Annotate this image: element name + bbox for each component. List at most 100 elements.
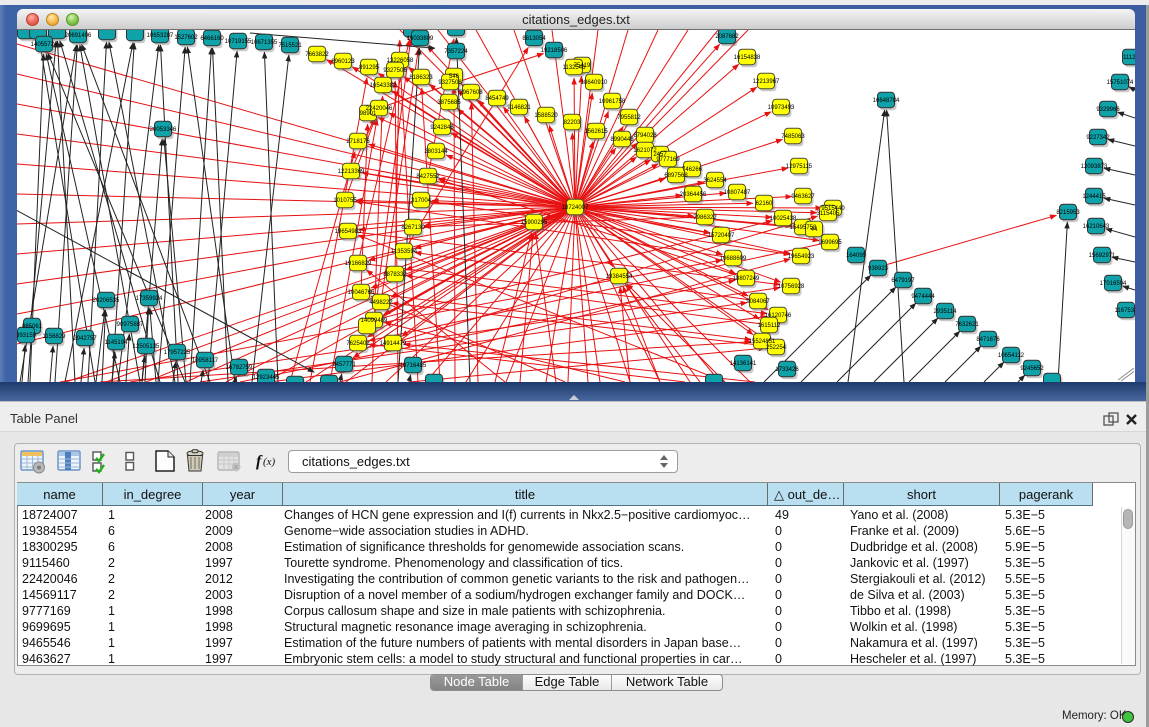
svg-text:16154838: 16154838 [734, 55, 761, 61]
svg-text:10807487: 10807487 [724, 190, 751, 196]
svg-text:18807249: 18807249 [733, 276, 760, 282]
svg-text:17016504: 17016504 [1100, 281, 1127, 287]
svg-text:7955812: 7955812 [617, 115, 641, 121]
svg-text:14914479: 14914479 [380, 341, 407, 347]
svg-text:18640910: 18640910 [581, 80, 608, 86]
svg-text:16120746: 16120746 [765, 313, 792, 319]
svg-text:2803144: 2803144 [424, 149, 448, 155]
svg-text:252254: 252254 [766, 345, 787, 351]
svg-text:1145194: 1145194 [105, 340, 129, 346]
svg-text:2942757: 2942757 [73, 336, 97, 342]
svg-text:9777169: 9777169 [656, 157, 680, 163]
svg-text:12213369: 12213369 [338, 169, 365, 175]
svg-text:7663822: 7663822 [305, 52, 329, 58]
svg-text:1156829: 1156829 [43, 334, 67, 340]
svg-text:13226058: 13226058 [387, 58, 414, 64]
svg-text:11123: 11123 [1123, 55, 1135, 61]
svg-text:17957225: 17957225 [164, 350, 191, 356]
svg-text:14136141: 14136141 [730, 361, 757, 367]
svg-text:16648784: 16648784 [873, 98, 900, 104]
svg-text:1615112: 1615112 [758, 323, 782, 329]
svg-text:8960123: 8960123 [331, 59, 355, 65]
svg-text:164095: 164095 [846, 253, 867, 259]
svg-text:19654923: 19654923 [788, 254, 815, 260]
svg-text:3624554: 3624554 [703, 178, 727, 184]
svg-text:8215953: 8215953 [1056, 210, 1080, 216]
svg-text:14055724: 14055724 [31, 42, 58, 48]
svg-text:1010755: 1010755 [333, 198, 357, 204]
svg-text:16210643: 16210643 [1083, 224, 1110, 230]
svg-text:19166829: 19166829 [345, 261, 372, 267]
svg-text:12975115: 12975115 [786, 164, 813, 170]
svg-text:8186323: 8186323 [409, 75, 433, 81]
svg-text:10973493: 10973493 [768, 105, 795, 111]
svg-text:7515521: 7515521 [278, 43, 302, 49]
svg-text:44: 44 [811, 227, 818, 233]
svg-text:8427552: 8427552 [416, 174, 440, 180]
svg-text:1588520: 1588520 [534, 113, 558, 119]
svg-text:16033809: 16033809 [407, 36, 434, 42]
svg-text:9463627: 9463627 [791, 194, 815, 200]
svg-text:9699695: 9699695 [818, 240, 842, 246]
svg-text:15900295: 15900295 [521, 220, 548, 226]
svg-text:8878332: 8878332 [383, 272, 407, 278]
svg-text:11353594: 11353594 [391, 249, 418, 255]
svg-text:10046766: 10046766 [348, 290, 375, 296]
svg-text:9242848: 9242848 [430, 125, 454, 131]
svg-text:9084067: 9084067 [746, 299, 770, 305]
svg-text:10654112: 10654112 [998, 353, 1025, 359]
svg-text:2718176: 2718176 [346, 139, 370, 145]
svg-text:7485063: 7485063 [781, 134, 805, 140]
svg-text:10756928: 10756928 [778, 284, 805, 290]
svg-text:9474444: 9474444 [911, 294, 935, 300]
svg-text:1562615: 1562615 [584, 129, 608, 135]
svg-text:62160: 62160 [756, 201, 773, 207]
svg-text:9327508: 9327508 [438, 80, 462, 86]
svg-text:16543382: 16543382 [370, 83, 397, 89]
svg-text:8454749: 8454749 [485, 96, 509, 102]
svg-text:317004: 317004 [411, 198, 432, 204]
svg-text:82203: 82203 [564, 120, 581, 126]
svg-text:12505135: 12505135 [133, 344, 160, 350]
svg-text:10961758: 10961758 [599, 99, 626, 105]
svg-text:9329966: 9329966 [1096, 107, 1120, 113]
svg-text:18724007: 18724007 [562, 205, 589, 211]
svg-text:1733426: 1733426 [775, 367, 799, 373]
svg-text:10653287: 10653287 [147, 33, 174, 39]
svg-text:10671355: 10671355 [251, 40, 278, 46]
svg-text:12093873: 12093873 [1081, 164, 1108, 170]
svg-text:8990448: 8990448 [610, 137, 634, 143]
svg-text:8813054: 8813054 [522, 36, 546, 42]
svg-text:4498222: 4498222 [369, 300, 393, 306]
svg-text:2087682: 2087682 [715, 34, 739, 40]
svg-text:6479197: 6479197 [891, 278, 915, 284]
svg-text:19218506: 19218506 [541, 48, 568, 54]
svg-text:15720407: 15720407 [708, 233, 735, 239]
svg-text:22420046: 22420046 [366, 106, 393, 112]
svg-text:10719155: 10719155 [225, 39, 252, 45]
svg-text:17359924: 17359924 [136, 296, 163, 302]
svg-text:20206535: 20206535 [93, 298, 120, 304]
svg-text:15692971: 15692971 [1089, 253, 1116, 259]
svg-text:7625402: 7625402 [346, 341, 370, 347]
svg-text:(x): (x) [263, 456, 276, 468]
svg-text:9245652: 9245652 [1020, 366, 1044, 372]
svg-text:12923445: 12923445 [253, 375, 280, 381]
svg-text:19654983: 19654983 [335, 229, 362, 235]
svg-text:90975887: 90975887 [117, 322, 144, 328]
svg-text:891295: 891295 [359, 65, 380, 71]
svg-text:19384554: 19384554 [606, 274, 633, 280]
svg-text:8471676: 8471676 [976, 337, 1000, 343]
svg-text:6897568: 6897568 [664, 173, 688, 179]
svg-text:20053346: 20053346 [150, 127, 177, 133]
svg-text:10025438: 10025438 [770, 216, 797, 222]
svg-text:9227342: 9227342 [1086, 135, 1110, 141]
svg-text:20364456: 20364456 [680, 192, 707, 198]
svg-text:1244415: 1244415 [1082, 194, 1106, 200]
svg-text:f: f [256, 453, 263, 470]
svg-text:10688609: 10688609 [720, 256, 747, 262]
svg-text:6466160: 6466160 [200, 36, 224, 42]
svg-text:19716485: 19716485 [400, 363, 427, 369]
svg-text:16782759: 16782759 [226, 365, 253, 371]
svg-text:15751074: 15751074 [1107, 80, 1134, 86]
